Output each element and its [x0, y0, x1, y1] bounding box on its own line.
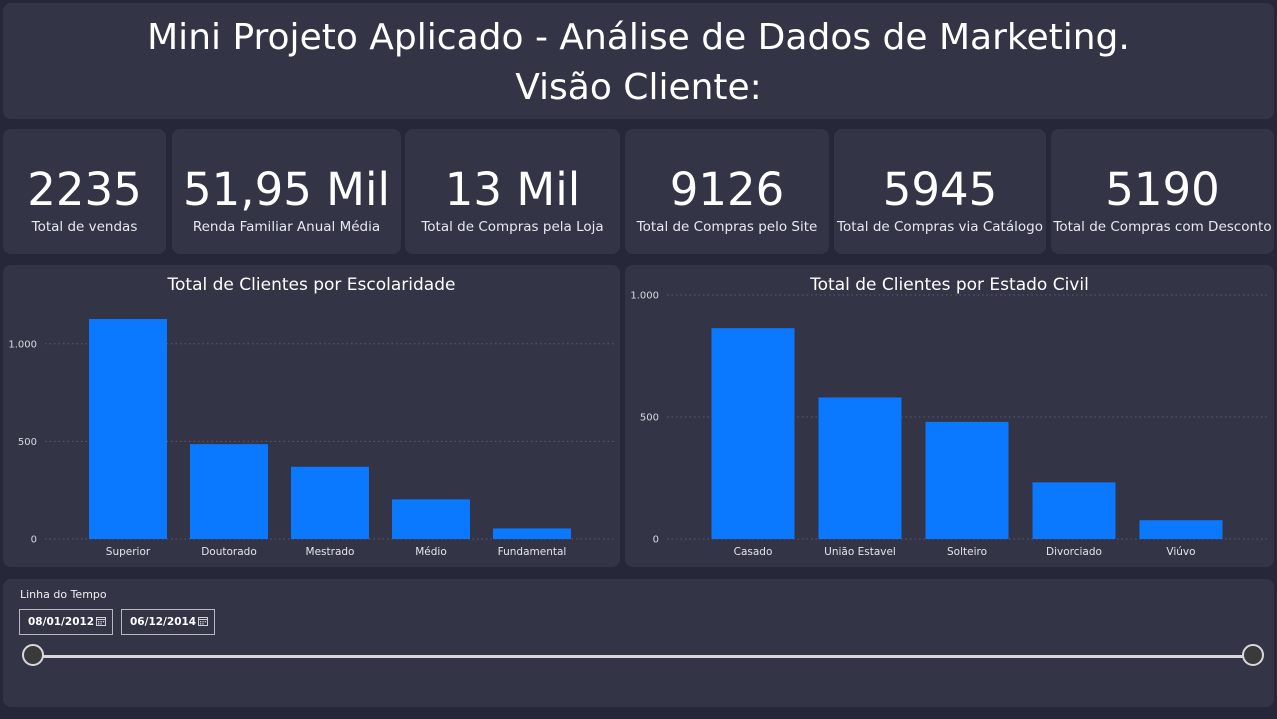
bar-superior — [89, 319, 167, 539]
timeline-title: Linha do Tempo — [20, 588, 107, 601]
page-subtitle: Visão Cliente: — [515, 67, 762, 108]
x-tick-label: Superior — [106, 546, 151, 558]
bar-união-estavel — [818, 397, 902, 539]
bar-fundamental — [493, 528, 571, 539]
kpi-label: Total de Compras via Catálogo — [837, 219, 1043, 235]
kpi-label: Total de Compras pelo Site — [636, 219, 818, 235]
y-tick-label: 1.000 — [8, 339, 37, 350]
kpi-value: 2235 — [27, 163, 142, 216]
kpi-card-compras-desconto: 5190 Total de Compras com Desconto — [1051, 129, 1274, 254]
x-tick-label: União Estavel — [824, 546, 896, 558]
x-tick-label: Viúvo — [1166, 546, 1195, 558]
start-date-input[interactable]: 08/01/2012 — [19, 609, 113, 635]
x-tick-label: Fundamental — [498, 546, 567, 558]
x-tick-label: Solteiro — [947, 546, 987, 558]
timeline-slider-track[interactable] — [33, 655, 1253, 658]
kpi-value: 13 Mil — [444, 163, 581, 216]
bar-viúvo — [1139, 520, 1223, 539]
chart-estado-civil-panel: Total de Clientes por Estado Civil 0 500 1… — [625, 265, 1274, 567]
end-date-value: 06/12/2014 — [130, 616, 197, 628]
bar-casado — [711, 328, 795, 539]
calendar-icon[interactable] — [198, 616, 208, 626]
kpi-card-renda-familiar: 51,95 Mil Renda Familiar Anual Média — [172, 129, 401, 254]
kpi-value: 5190 — [1105, 163, 1220, 216]
y-tick-label: 500 — [640, 413, 659, 424]
bar-mestrado — [291, 466, 369, 539]
page-title: Mini Projeto Aplicado - Análise de Dados… — [147, 17, 1130, 58]
x-tick-label: Mestrado — [306, 546, 355, 558]
kpi-label: Total de vendas — [31, 219, 138, 235]
x-tick-label: Divorciado — [1046, 546, 1102, 558]
kpi-card-total-vendas: 2235 Total de vendas — [3, 129, 166, 254]
calendar-icon[interactable] — [96, 616, 106, 626]
timeline-end-handle[interactable] — [1242, 644, 1264, 666]
timeline-slicer: Linha do Tempo 08/01/2012 06/12/2014 — [3, 579, 1274, 707]
kpi-label: Total de Compras com Desconto — [1053, 219, 1272, 235]
bar-doutorado — [190, 444, 268, 539]
kpi-card-compras-site: 9126 Total de Compras pelo Site — [625, 129, 829, 254]
end-date-input[interactable]: 06/12/2014 — [121, 609, 215, 635]
kpi-value: 51,95 Mil — [183, 163, 390, 216]
kpi-label: Total de Compras pela Loja — [421, 219, 604, 235]
header-panel: Mini Projeto Aplicado - Análise de Dados… — [3, 3, 1274, 119]
y-tick-label: 500 — [18, 437, 37, 448]
chart-estado-civil: 0 500 1.000 Casado União Estavel Solteiro Divo… — [630, 291, 1269, 558]
y-tick-label: 0 — [31, 535, 37, 546]
chart-escolaridade-panel: Total de Clientes por Escolaridade 0 500 1… — [3, 265, 620, 567]
kpi-card-compras-catalogo: 5945 Total de Compras via Catálogo — [834, 129, 1046, 254]
chart-escolaridade: 0 500 1.000 Superior Doutorado Mestrado Médio F… — [8, 319, 615, 558]
kpi-value: 5945 — [882, 163, 998, 216]
y-tick-label: 0 — [653, 535, 659, 546]
x-tick-label: Casado — [734, 546, 773, 558]
start-date-value: 08/01/2012 — [28, 616, 95, 628]
kpi-card-compras-loja: 13 Mil Total de Compras pela Loja — [405, 129, 620, 254]
x-tick-label: Doutorado — [201, 546, 257, 558]
kpi-value: 9126 — [669, 163, 785, 216]
bar-médio — [392, 499, 470, 539]
kpi-label: Renda Familiar Anual Média — [192, 219, 381, 235]
bar-divorciado — [1032, 482, 1116, 539]
y-tick-label: 1.000 — [630, 291, 659, 302]
bar-solteiro — [925, 421, 1009, 539]
x-tick-label: Médio — [415, 546, 447, 558]
timeline-start-handle[interactable] — [22, 644, 44, 666]
